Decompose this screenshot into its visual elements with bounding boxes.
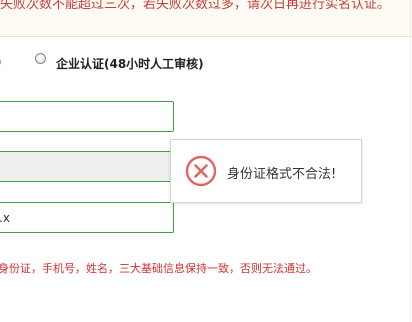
validation-tooltip: 身份证格式不合法! (170, 139, 362, 203)
name-input[interactable] (0, 101, 174, 132)
tooltip-message: 身份证格式不合法! (227, 167, 337, 182)
id-number-input[interactable] (0, 151, 174, 182)
panel-divider (410, 0, 411, 322)
enterprise-auth-label[interactable]: 企业认证(48小时人工审核) (56, 55, 204, 72)
notice-text: 失败次数不能超过三次，若失败次数过多，请次日再进行实名认证。 (0, 0, 391, 12)
error-x-circle-icon (185, 155, 217, 187)
phone-input[interactable]: .x (0, 202, 174, 233)
notice-banner: 失败次数不能超过三次，若失败次数过多，请次日再进行实名认证。 (0, 0, 412, 37)
phone-input-value: .x (0, 211, 10, 225)
enterprise-auth-radio[interactable] (35, 53, 46, 64)
consistency-hint: 身份证，手机号，姓名，三大基础信息保持一致，否则无法通过。 (0, 262, 317, 275)
personal-auth-label: ) (0, 55, 1, 69)
